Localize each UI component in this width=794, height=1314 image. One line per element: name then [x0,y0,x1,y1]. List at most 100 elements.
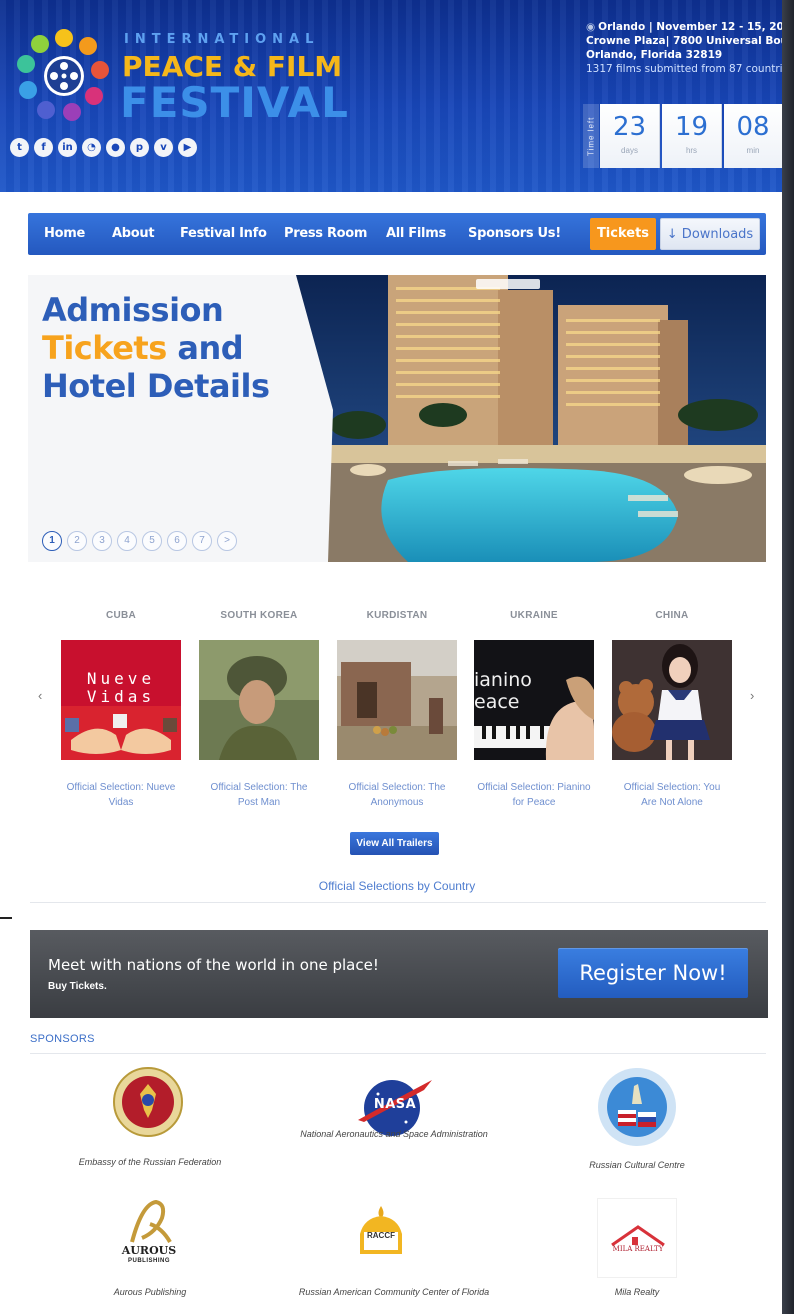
hero-title-line2: and [166,329,244,367]
main-nav: Home About Festival Info Press Room All … [28,213,766,255]
raccf-logo-text: RACCF [367,1231,395,1240]
selections-by-country-link[interactable]: Official Selections by Country [0,879,794,893]
slider-pager: 1 2 3 4 5 6 7 > [42,531,237,551]
social-links: t f in ◔ ● p v ▶ [10,138,197,157]
aurous-publishing-logo[interactable] [122,1198,176,1244]
nav-sponsors-us[interactable]: Sponsors Us! [468,213,561,255]
film-thumb-nueve-vidas[interactable]: Nueve Vidas [61,640,181,760]
film-caption-nueve-vidas[interactable]: Official Selection: Nueve Vidas [61,780,181,810]
film-country-china: CHINA [655,610,689,621]
hero-title[interactable]: Admission Tickets and Hotel Details [42,291,332,405]
film-caption-line2: Post Man [237,797,281,808]
anonymous-poster [337,640,457,760]
films-submitted-line: 1317 films submitted from 87 countries [586,63,782,75]
countdown-minutes-unit: min [746,146,760,155]
film-country-kurdistan: KURDISTAN [366,610,428,621]
countdown-minutes-value: 08 [736,112,770,142]
slide-next-button[interactable]: > [217,531,237,551]
countdown-days-value: 23 [612,112,647,142]
film-caption-line1: Official Selection: The [348,782,446,793]
slide-6-button[interactable]: 6 [167,531,187,551]
slide-2-button[interactable]: 2 [67,531,87,551]
film-country-south-korea: SOUTH KOREA [220,610,298,621]
time-left-label: Time left [583,104,599,168]
vimeo-icon[interactable]: v [154,138,173,157]
flickr-icon[interactable]: ● [106,138,125,157]
countdown-hours-value: 19 [674,112,709,142]
post-man-poster [199,640,319,760]
nav-home[interactable]: Home [44,213,85,255]
pinterest-icon[interactable]: p [130,138,149,157]
youtube-icon[interactable]: ▶ [178,138,197,157]
logo-text-festival: FESTIVAL [120,78,349,127]
sponsors-heading: SPONSORS [30,1033,95,1045]
film-caption-line1: Official Selection: You [623,782,721,793]
window-edge [782,0,794,1314]
slide-7-button[interactable]: 7 [192,531,212,551]
mila-realty-logo[interactable]: MILA REALTY [597,1198,677,1278]
divider [0,917,782,919]
rss-icon[interactable]: ◔ [82,138,101,157]
embassy-seal-logo[interactable] [112,1064,184,1140]
russian-cultural-centre-logo[interactable] [596,1066,678,1148]
countdown-minutes: 08 min [724,104,782,168]
nasa-logo-text: NASA [373,1097,417,1112]
countdown-days: 23 days [600,104,660,168]
film-country-ukraine: UKRAINE [510,610,558,621]
buy-tickets-link[interactable]: Buy Tickets. [48,981,107,992]
nav-all-films[interactable]: All Films [386,213,446,255]
nav-about[interactable]: About [112,213,155,255]
film-caption-line1: Official Selection: Pianino [477,782,591,793]
twitter-icon[interactable]: t [10,138,29,157]
sponsor-name-embassy: Embassy of the Russian Federation [78,1157,222,1167]
nav-festival-info[interactable]: Festival Info [180,213,267,255]
downloads-button[interactable]: ↓ Downloads [660,218,760,250]
hero-title-accent: Tickets [42,329,167,367]
films-next-arrow[interactable]: › [750,688,754,703]
tickets-button[interactable]: Tickets [590,218,656,250]
countdown-hours: 19 hrs [662,104,722,168]
view-all-trailers-button[interactable]: View All Trailers [350,832,439,855]
divider [0,917,12,919]
facebook-icon[interactable]: f [34,138,53,157]
aurous-logo-subtext: PUBLISHING [127,1258,170,1264]
film-caption-line1: Official Selection: Nueve [66,782,176,793]
sponsor-name-nasa: National Aeronautics and Space Administr… [300,1129,488,1139]
film-thumb-pianino[interactable]: ianino eace [474,640,594,760]
logo-text-international: INTERNATIONAL [124,32,320,47]
film-thumb-anonymous[interactable] [337,640,457,760]
event-info: ◉ Orlando | November 12 - 15, 2015 Crowne… [586,20,782,76]
sponsor-name-mila: Mila Realty [614,1287,660,1297]
countdown-days-unit: days [621,146,638,155]
hero-title-line1: Admission [42,291,224,329]
nav-press-room[interactable]: Press Room [284,213,367,255]
banner-headline: Meet with nations of the world in one pl… [48,956,379,974]
film-caption-anonymous[interactable]: Official Selection: The Anonymous [337,780,457,810]
register-now-button[interactable]: Register Now! [558,948,748,998]
sponsor-name-cultural-centre: Russian Cultural Centre [589,1160,685,1170]
event-city-line: Orlando, Florida 32819 [586,49,723,61]
sponsor-name-raccf: Russian American Community Center of Flo… [298,1287,490,1297]
register-banner: Meet with nations of the world in one pl… [30,930,768,1018]
film-caption-not-alone[interactable]: Official Selection: You Are Not Alone [612,780,732,810]
films-prev-arrow[interactable]: ‹ [38,688,42,703]
festival-logo-icon[interactable] [14,26,114,126]
slide-1-button[interactable]: 1 [42,531,62,551]
slide-5-button[interactable]: 5 [142,531,162,551]
film-caption-line2: Are Not Alone [641,797,703,808]
site-header: INTERNATIONAL PEACE & FILM FESTIVAL t f … [0,0,782,192]
film-thumb-not-alone[interactable] [612,640,732,760]
film-caption-line1: Official Selection: The [210,782,308,793]
hero-slider: Admission Tickets and Hotel Details 1 2 … [28,275,766,562]
slide-3-button[interactable]: 3 [92,531,112,551]
film-caption-pianino[interactable]: Official Selection: Pianino for Peace [474,780,594,810]
film-thumb-post-man[interactable] [199,640,319,760]
pianino-poster-title1: ianino [474,669,532,691]
slide-4-button[interactable]: 4 [117,531,137,551]
film-caption-line2: Vidas [108,797,134,808]
linkedin-icon[interactable]: in [58,138,77,157]
film-country-cuba: CUBA [105,610,137,621]
mila-logo-text: MILA REALTY [612,1245,664,1253]
pianino-poster-title2: eace [474,691,520,713]
film-caption-post-man[interactable]: Official Selection: The Post Man [199,780,319,810]
